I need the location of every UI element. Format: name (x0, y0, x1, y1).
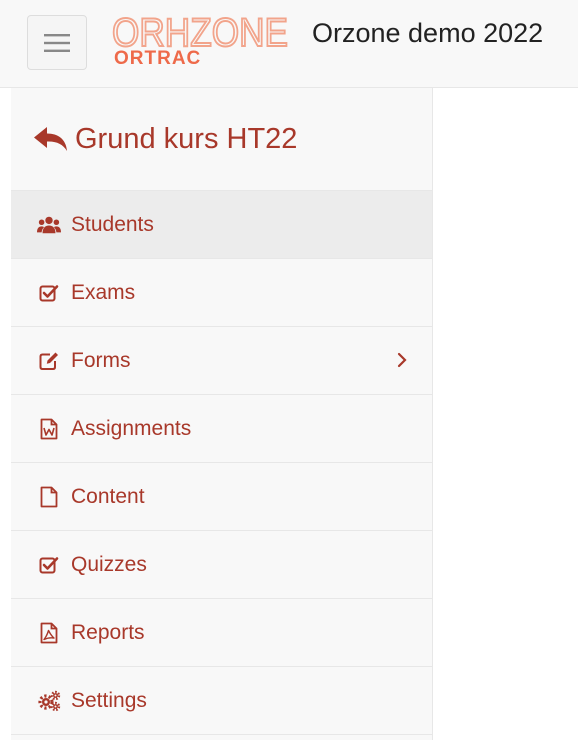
sidebar-item-assignments[interactable]: Assignments (11, 395, 432, 463)
sidebar-item-label: Forms (71, 348, 131, 372)
logo-wordmark: ORHZONE (112, 12, 288, 52)
word-file-icon (37, 417, 61, 441)
check-square-icon (37, 553, 61, 577)
sidebar-item-exams[interactable]: Exams (11, 259, 432, 327)
reply-arrow-icon (33, 125, 71, 153)
logo-subtext: ORTRAC (114, 48, 202, 69)
sidebar-item-students[interactable]: Students (11, 191, 432, 259)
sidebar-item-label: Students (71, 212, 154, 236)
sidebar-item-forms[interactable]: Forms (11, 327, 432, 395)
file-icon (37, 485, 61, 509)
sidebar-item-label: Assignments (71, 416, 192, 440)
chevron-right-icon (397, 352, 407, 368)
sidebar-item-label: Exams (71, 280, 136, 304)
top-navbar: ORHZONE ORTRAC Orzone demo 2022 (0, 0, 578, 88)
users-icon (37, 213, 61, 237)
sidebar-item-label: Quizzes (71, 552, 147, 576)
app-title: Orzone demo 2022 (312, 18, 544, 48)
sidebar-item-label: Reports (71, 620, 145, 644)
sidebar-item-label: Content (71, 484, 145, 508)
cogs-icon (37, 689, 61, 713)
edit-icon (37, 349, 61, 373)
sidebar-item-quizzes[interactable]: Quizzes (11, 531, 432, 599)
sidebar-item-content[interactable]: Content (11, 463, 432, 531)
sidebar-item-reports[interactable]: Reports (11, 599, 432, 667)
hamburger-icon (44, 33, 70, 52)
check-square-icon (37, 281, 61, 305)
course-title: Grund kurs HT22 (75, 122, 298, 155)
sidebar-item-settings[interactable]: Settings (11, 667, 432, 735)
hamburger-menu-button[interactable] (27, 15, 87, 70)
course-back-link[interactable]: Grund kurs HT22 (11, 88, 432, 191)
pdf-file-icon (37, 621, 61, 645)
course-sidebar: Grund kurs HT22 Students Exams Forms Ass… (11, 88, 433, 740)
sidebar-item-label: Settings (71, 688, 147, 712)
course-menu: Students Exams Forms Assignments Content… (11, 191, 432, 735)
